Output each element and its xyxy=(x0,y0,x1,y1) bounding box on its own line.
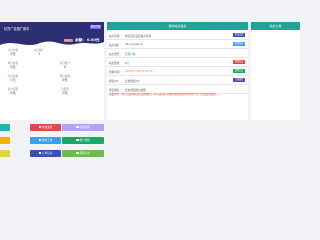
stat-yesterday-rebate: 昨日返利 0元 xyxy=(52,75,78,83)
stat-value: 0元 xyxy=(10,52,16,57)
vip-badge: 普通会员 xyxy=(64,39,73,43)
stat-total-promo: 总计推广 0 xyxy=(52,62,78,70)
user-card-header: 虹货广告推广助手 - 我要升级 普通会员 余额： 0.00元 xyxy=(0,22,104,47)
stat-value: 0元 xyxy=(62,91,68,96)
stat-value: 0 xyxy=(63,65,67,70)
row-value: 还未绑定微信提醒 xyxy=(125,89,146,92)
row-value: 还未绑定QQ xyxy=(125,80,140,83)
stat-today-rebate: 今日返利 0元 xyxy=(0,75,26,83)
recharge-icon xyxy=(38,125,41,129)
upgrade-button[interactable]: 我要升级 xyxy=(90,25,101,29)
site-type-row: 站点类型： 普通分站 xyxy=(107,49,248,58)
shortcut-tickets-button[interactable]: 我的工单 xyxy=(30,137,61,144)
site-domain-row: 站点域名： 211.ylrgws.cn 修改域名 xyxy=(107,40,248,49)
row-value: 你还没有设定站点名称 xyxy=(125,35,151,38)
row-value: 2024-07-08 00:00:00 xyxy=(125,70,153,73)
row-key: 绑定QQ： xyxy=(109,80,121,83)
row-key: 站点费用： xyxy=(109,62,122,65)
row-key: 绑定微信： xyxy=(109,89,122,92)
shortcut-label: 在线提现 xyxy=(79,126,90,129)
link-icon xyxy=(76,138,79,142)
site-name: 虹货广告推广助手 - xyxy=(4,27,32,31)
stat-yesterday-recharge: 昨日充值 0元 xyxy=(0,62,26,70)
stat-today-recharge: 今日充值 0元 xyxy=(0,49,26,57)
announcement-title: 站点公告 xyxy=(251,22,300,30)
order-icon xyxy=(38,151,41,155)
edit-domain-button[interactable]: 修改域名 xyxy=(233,42,245,46)
ticket-icon xyxy=(38,138,41,142)
stat-withdrawable: 可提现 0元 xyxy=(52,88,78,96)
row-value: 0元 xyxy=(125,62,130,65)
user-card: 虹货广告推广助手 - 我要升级 普通会员 余额： 0.00元 今日充值 0元 今… xyxy=(0,22,104,120)
extend-site-button[interactable]: 续期站点 xyxy=(233,69,245,73)
shortcut-label: 推广链接 xyxy=(79,139,90,142)
edit-settings-button[interactable]: 修改设置 xyxy=(233,33,245,37)
row-key: 站点域名： xyxy=(109,44,122,47)
shortcut-label: 我的工单 xyxy=(42,139,53,142)
shortcut-button-2[interactable] xyxy=(0,137,10,144)
site-info-card: 我的站点信息 站点名称： 你还没有设定站点名称 修改设置 站点域名： 211.y… xyxy=(107,22,248,120)
stat-today-promo: 今日推广 1 xyxy=(26,49,52,57)
row-value: 普通分站 xyxy=(125,53,136,56)
balance-label: 余额： xyxy=(75,38,86,42)
stat-total-rebate: 总计返利 0元 xyxy=(0,88,26,96)
shortcut-button-3[interactable] xyxy=(0,150,10,157)
shortcut-promo-link-button[interactable]: 推广链接 xyxy=(62,137,104,144)
shortcut-recharge-button[interactable]: 在线充值 xyxy=(30,124,61,131)
rebate-icon xyxy=(76,151,79,155)
shortcut-label: 返利记录 xyxy=(79,152,90,155)
shortcut-orders-button[interactable]: 订单记录 xyxy=(30,150,61,157)
expiry-row: 到期时间： 2024-07-08 00:00:00 续期站点 xyxy=(107,67,248,76)
site-info-title: 我的站点信息 xyxy=(107,22,248,30)
shortcut-rebates-button[interactable]: 返利记录 xyxy=(62,150,104,157)
notice-text: 温馨提示：推广后返利收益自动到账后，可以直接在余额中提现或者用于购买平台上的商品… xyxy=(109,93,220,96)
bind-now-button[interactable]: 立即绑定 xyxy=(233,78,245,82)
shortcut-withdraw-button[interactable]: 在线提现 xyxy=(62,124,104,131)
stat-value: 1 xyxy=(37,52,41,57)
bind-qq-row: 绑定QQ： 还未绑定QQ 立即绑定 xyxy=(107,76,248,85)
site-fee-row: 站点费用： 0元 续费站点 xyxy=(107,58,248,67)
stat-value: 0元 xyxy=(10,65,16,70)
renew-fee-button[interactable]: 续费站点 xyxy=(233,60,245,64)
row-key: 站点名称： xyxy=(109,35,122,38)
shortcut-label: 在线充值 xyxy=(42,126,53,129)
balance-value: 0.00元 xyxy=(87,38,100,42)
stat-value: 0元 xyxy=(62,78,68,83)
site-name-row: 站点名称： 你还没有设定站点名称 修改设置 xyxy=(107,31,248,40)
shortcut-label: 订单记录 xyxy=(42,152,53,155)
stat-value: 0元 xyxy=(10,78,16,83)
row-key: 站点类型： xyxy=(109,53,122,56)
row-value: 211.ylrgws.cn xyxy=(125,43,144,46)
shortcut-button-1[interactable] xyxy=(0,124,10,131)
withdraw-icon xyxy=(76,125,79,129)
stat-value: 0元 xyxy=(10,91,16,96)
row-key: 到期时间： xyxy=(109,71,122,74)
announcement-card: 站点公告 xyxy=(251,22,300,120)
